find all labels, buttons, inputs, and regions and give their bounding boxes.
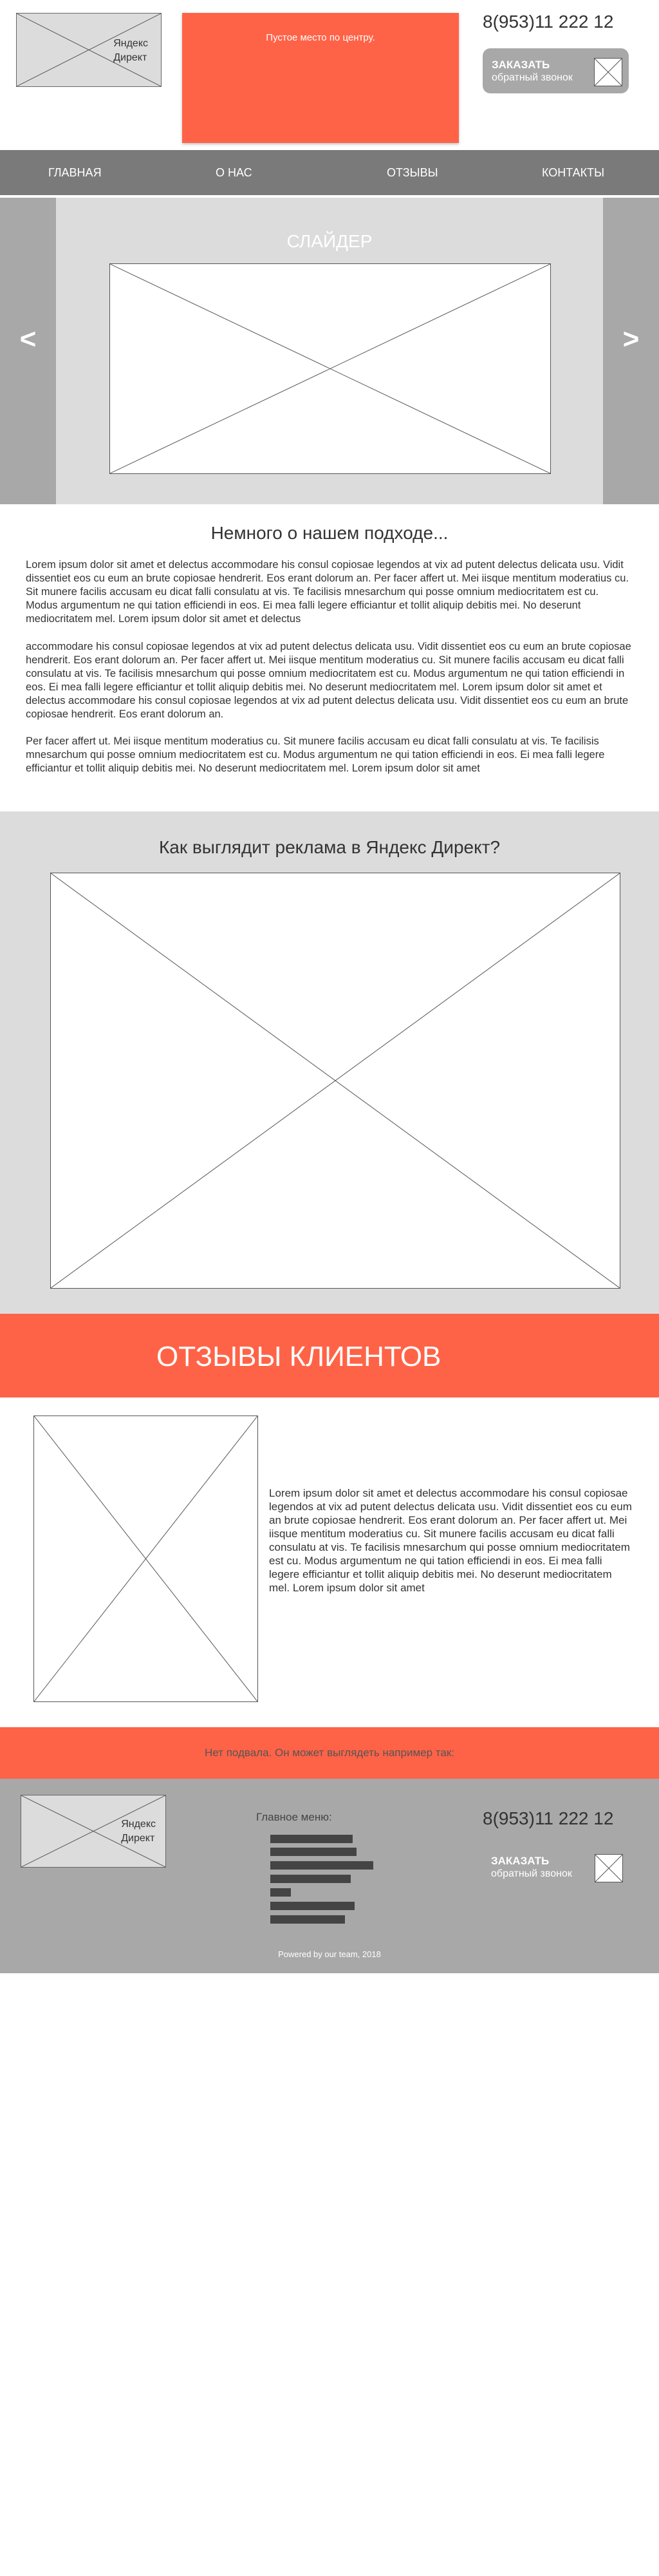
nav-item-contacts[interactable]: КОНТАКТЫ (542, 150, 604, 195)
about-paragraph-2: accommodare his consul copiosae legendos… (26, 641, 631, 720)
slider-title: СЛАЙДЕР (286, 231, 373, 251)
footer-logo-text: Яндекс Директ (121, 1817, 156, 1846)
direct-title: Как выглядит реклама в Яндекс Директ? (158, 837, 501, 857)
footer-menu-link[interactable] (270, 1888, 291, 1897)
logo-line-2: Директ (113, 52, 147, 63)
chevron-right-icon: > (622, 323, 640, 355)
image-placeholder-icon (34, 1416, 257, 1701)
review-text: Lorem ipsum dolor sit amet et delectus a… (269, 1487, 632, 1594)
logo-placeholder[interactable]: Яндекс Директ (16, 13, 162, 87)
main-nav: ГЛАВНАЯ О НАС ОТЗЫВЫ КОНТАКТЫ (0, 150, 659, 195)
footer-callback-title[interactable]: ЗАКАЗАТЬ (491, 1855, 549, 1868)
center-placeholder-text: Пустое место по центру. (266, 32, 375, 43)
logo-text: Яндекс Директ (113, 37, 148, 65)
reviews-banner: ОТЗЫВЫ КЛИЕНТОВ (0, 1314, 659, 1397)
slider: < > СЛАЙДЕР (0, 198, 659, 504)
footer-menu-link[interactable] (270, 1835, 353, 1843)
footer-logo-line-2: Директ (121, 1833, 155, 1844)
nav-item-home[interactable]: ГЛАВНАЯ (48, 150, 102, 195)
callback-subtitle: обратный звонок (492, 72, 573, 83)
footer-menu-link[interactable] (270, 1861, 373, 1870)
footer-menu-link[interactable] (270, 1915, 345, 1924)
nav-item-reviews[interactable]: ОТЗЫВЫ (387, 150, 438, 195)
footer-phone[interactable]: 8(953)11 222 12 (483, 1808, 613, 1829)
phone-icon[interactable] (595, 1854, 623, 1882)
chevron-left-icon: < (19, 323, 37, 355)
footer-menu-link[interactable] (270, 1848, 357, 1856)
slider-image[interactable] (109, 263, 551, 474)
about-paragraph-3: Per facer affert ut. Mei iisque mentitum… (26, 735, 605, 774)
review-photo[interactable] (33, 1416, 258, 1702)
image-placeholder-icon (51, 873, 620, 1288)
footer-logo-line-1: Яндекс (121, 1819, 156, 1830)
callback-title: ЗАКАЗАТЬ (492, 59, 550, 71)
footer: Яндекс Директ Главное меню: 8(953)11 222… (0, 1779, 659, 1973)
footer-callback-subtitle[interactable]: обратный звонок (491, 1868, 572, 1880)
footer-note-banner: Нет подвала. Он может выглядеть например… (0, 1727, 659, 1779)
header-phone[interactable]: 8(953)11 222 12 (483, 12, 613, 32)
logo-line-1: Яндекс (113, 38, 148, 49)
footer-note-text: Нет подвала. Он может выглядеть например… (205, 1747, 454, 1759)
footer-copyright: Powered by our team, 2018 (278, 1949, 381, 1959)
nav-item-about[interactable]: О НАС (216, 150, 252, 195)
about-title: Немного о нашем подходе... (210, 523, 449, 543)
about-paragraph-1: Lorem ipsum dolor sit amet et delectus a… (26, 559, 629, 625)
footer-menu-link[interactable] (270, 1875, 351, 1883)
footer-menu-link[interactable] (270, 1902, 355, 1910)
center-placeholder-block: Пустое место по центру. (182, 13, 459, 143)
footer-menu-label: Главное меню: (256, 1811, 332, 1823)
phone-icon (594, 58, 622, 86)
image-placeholder-icon (110, 264, 550, 473)
footer-logo-placeholder[interactable]: Яндекс Директ (21, 1795, 166, 1868)
direct-ad-image[interactable] (50, 873, 620, 1289)
reviews-title: ОТЗЫВЫ КЛИЕНТОВ (156, 1341, 441, 1372)
callback-button[interactable]: ЗАКАЗАТЬ обратный звонок (483, 48, 629, 93)
direct-section: Как выглядит реклама в Яндекс Директ? (0, 811, 659, 1314)
